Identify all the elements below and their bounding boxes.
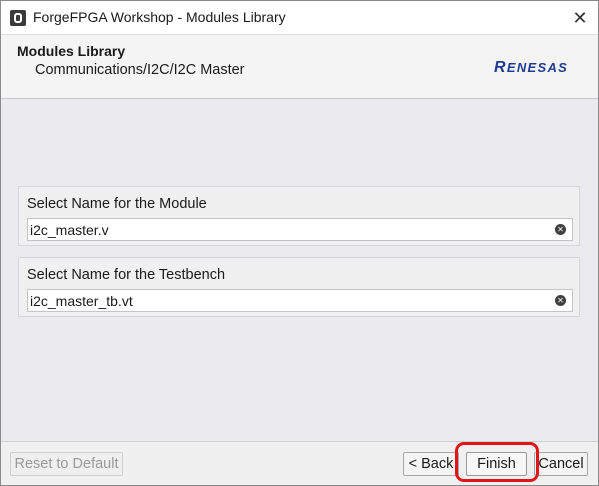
wizard-content: Select Name for the Module i2c_master.v … (1, 99, 598, 441)
module-name-label: Select Name for the Module (27, 196, 207, 212)
cancel-button[interactable]: Cancel (534, 452, 588, 476)
back-button[interactable]: < Back (403, 452, 459, 476)
wizard-header: Modules Library Communications/I2C/I2C M… (1, 35, 598, 99)
reset-to-default-button[interactable]: Reset to Default (10, 452, 123, 476)
title-bar: ForgeFPGA Workshop - Modules Library ✕ (1, 1, 598, 35)
testbench-name-input[interactable]: i2c_master_tb.vt ✕ (27, 289, 573, 312)
close-icon[interactable]: ✕ (567, 5, 593, 31)
clear-icon[interactable]: ✕ (555, 295, 566, 306)
modules-library-window: ForgeFPGA Workshop - Modules Library ✕ M… (0, 0, 599, 486)
breadcrumb: Communications/I2C/I2C Master (35, 62, 245, 78)
window-title: ForgeFPGA Workshop - Modules Library (33, 9, 286, 25)
module-name-value: i2c_master.v (30, 222, 109, 238)
clear-icon[interactable]: ✕ (555, 224, 566, 235)
testbench-name-value: i2c_master_tb.vt (30, 293, 133, 309)
testbench-name-group: Select Name for the Testbench i2c_master… (18, 257, 580, 317)
app-icon (10, 10, 26, 26)
wizard-footer: Reset to Default < Back Finish Cancel (1, 441, 598, 485)
testbench-name-label: Select Name for the Testbench (27, 267, 226, 283)
module-name-input[interactable]: i2c_master.v ✕ (27, 218, 573, 241)
renesas-logo: RENESAS (494, 59, 569, 76)
finish-button[interactable]: Finish (466, 452, 527, 476)
page-title: Modules Library (17, 43, 126, 59)
module-name-group: Select Name for the Module i2c_master.v … (18, 186, 580, 246)
